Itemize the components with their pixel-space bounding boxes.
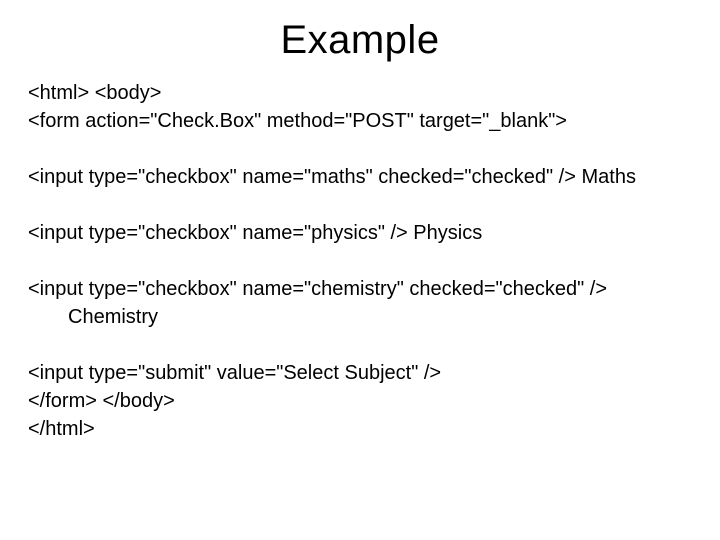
code-line: <input type="submit" value="Select Subje…: [28, 359, 692, 387]
code-line: <form action="Check.Box" method="POST" t…: [28, 107, 692, 135]
code-line: <input type="checkbox" name="chemistry" …: [28, 275, 692, 303]
code-line: Chemistry: [28, 303, 692, 331]
code-block-4: <input type="checkbox" name="chemistry" …: [28, 275, 692, 331]
code-line: </form> </body>: [28, 387, 692, 415]
code-block-5: <input type="submit" value="Select Subje…: [28, 359, 692, 443]
slide-title: Example: [28, 18, 692, 63]
code-block-1: <html> <body> <form action="Check.Box" m…: [28, 79, 692, 135]
code-block-3: <input type="checkbox" name="physics" />…: [28, 219, 692, 247]
code-line: </html>: [28, 415, 692, 443]
code-line: <html> <body>: [28, 79, 692, 107]
code-line: <input type="checkbox" name="maths" chec…: [28, 163, 692, 191]
code-block-2: <input type="checkbox" name="maths" chec…: [28, 163, 692, 191]
slide: Example <html> <body> <form action="Chec…: [0, 0, 720, 540]
code-line: <input type="checkbox" name="physics" />…: [28, 219, 692, 247]
